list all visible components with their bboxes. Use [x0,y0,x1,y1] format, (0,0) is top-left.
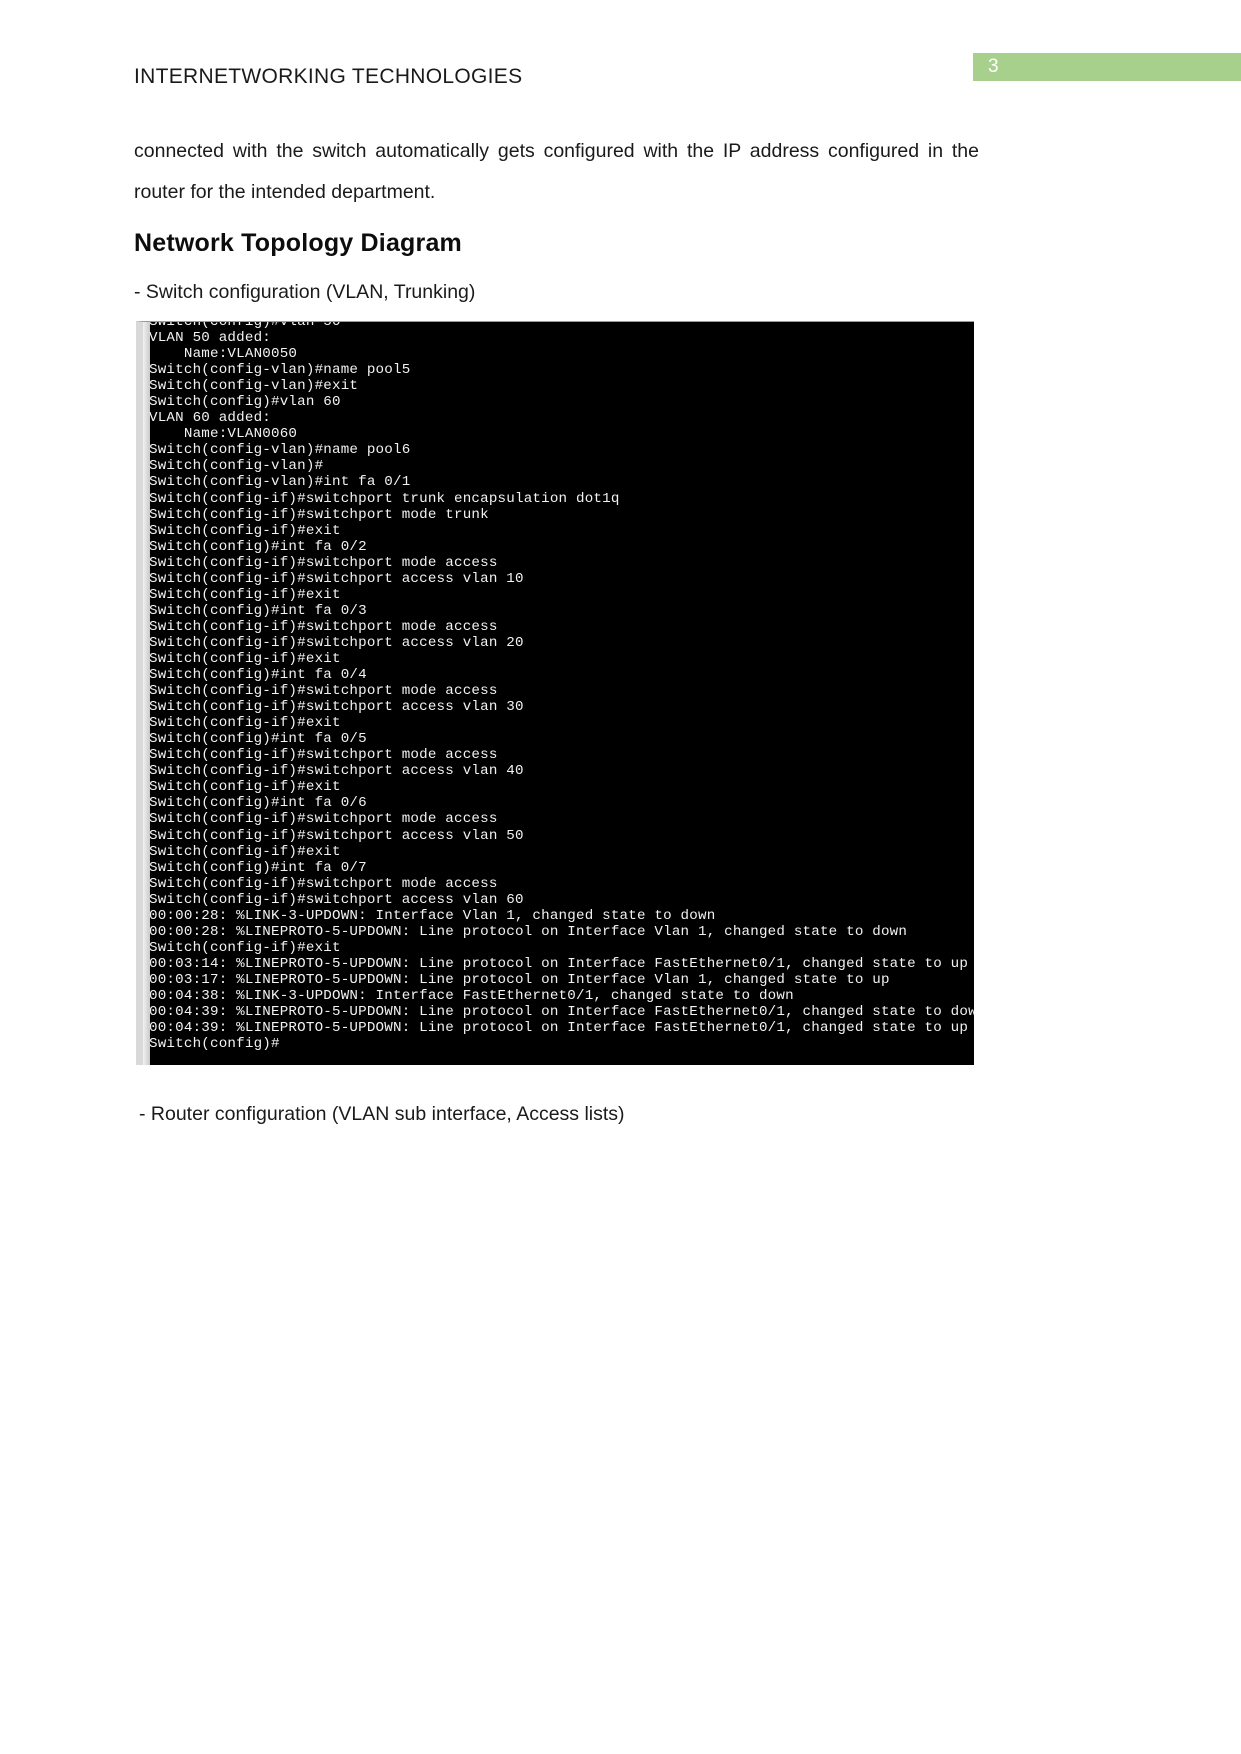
terminal-output: Switch(config)#vlan 50 VLAN 50 added: Nam… [143,321,974,1053]
terminal-line: Switch(config-if)#switchport access vlan… [149,891,524,908]
terminal-line: Switch(config-if)#switchport mode trunk [149,506,489,523]
document-header-title: INTERNETWORKING TECHNOLOGIES [134,65,523,88]
terminal-line: Switch(config-if)#switchport mode access [149,811,498,828]
caption-router-configuration: - Router configuration (VLAN sub interfa… [139,1103,625,1125]
terminal-line: Switch(config-if)#switchport mode access [149,747,498,764]
terminal-line: Switch(config-vlan)#name pool6 [149,442,411,459]
terminal-line: Name:VLAN0060 [149,426,298,443]
terminal-line: VLAN 50 added: [149,330,271,347]
terminal-line: Switch(config-if)#exit [149,715,341,732]
terminal-line: Switch(config)#int fa 0/6 [149,795,367,812]
terminal-line: Switch(config-if)#exit [149,779,341,796]
document-page: 3 INTERNETWORKING TECHNOLOGIES connected… [0,0,1241,1754]
body-paragraph: connected with the switch automatically … [134,140,979,203]
terminal-line: Switch(config-if)#exit [149,939,341,956]
terminal-line: Switch(config-if)#switchport mode access [149,875,498,892]
terminal-line: VLAN 60 added: [149,410,271,427]
terminal-line: 00:00:28: %LINK-3-UPDOWN: Interface Vlan… [149,907,716,924]
terminal-line: 00:04:39: %LINEPROTO-5-UPDOWN: Line prot… [149,1020,969,1037]
terminal-line: 00:04:39: %LINEPROTO-5-UPDOWN: Line prot… [149,1004,974,1021]
terminal-line: Switch(config-vlan)#int fa 0/1 [149,474,411,491]
terminal-line: 00:03:17: %LINEPROTO-5-UPDOWN: Line prot… [149,971,890,988]
terminal-line: Switch(config-if)#switchport trunk encap… [149,490,620,507]
terminal-screenshot-figure: Switch(config)#vlan 50 VLAN 50 added: Nam… [136,321,974,1065]
terminal-line: Switch(config-if)#exit [149,522,341,539]
terminal-line: Switch(config)#int fa 0/4 [149,667,367,684]
terminal-line: Switch(config-if)#switchport access vlan… [149,763,524,780]
terminal-line: Switch(config-if)#switchport mode access [149,554,498,571]
terminal-line: Switch(config)#vlan 60 [149,394,341,411]
terminal-line: Switch(config-if)#switchport mode access [149,683,498,700]
terminal-line: Switch(config-if)#exit [149,586,341,603]
page-number-badge: 3 [973,53,1241,81]
terminal-line: Switch(config-if)#switchport access vlan… [149,827,524,844]
terminal-line: Switch(config)# [149,1036,280,1053]
terminal-line: Switch(config-if)#exit [149,843,341,860]
terminal-line: Switch(config-vlan)# [149,458,324,475]
terminal-line: Switch(config)#vlan 50 [149,321,341,330]
terminal-line: Switch(config-if)#switchport access vlan… [149,634,524,651]
page-number-label: 3 [988,56,1000,77]
terminal-line: Switch(config)#int fa 0/2 [149,538,367,555]
terminal-line: Switch(config)#int fa 0/7 [149,859,367,876]
terminal-line: Switch(config-if)#exit [149,650,341,667]
caption-switch-configuration: - Switch configuration (VLAN, Trunking) [134,281,476,303]
terminal-line: Name:VLAN0050 [149,346,298,363]
terminal-line: 00:00:28: %LINEPROTO-5-UPDOWN: Line prot… [149,923,908,940]
terminal-line: 00:03:14: %LINEPROTO-5-UPDOWN: Line prot… [149,955,969,972]
terminal-line: Switch(config-if)#switchport mode access [149,618,498,635]
terminal-line: Switch(config-vlan)#name pool5 [149,362,411,379]
terminal-line: Switch(config-if)#switchport access vlan… [149,699,524,716]
terminal-line: Switch(config)#int fa 0/5 [149,731,367,748]
terminal-line: Switch(config)#int fa 0/3 [149,602,367,619]
terminal-line: 00:04:38: %LINK-3-UPDOWN: Interface Fast… [149,987,794,1004]
section-heading: Network Topology Diagram [134,229,462,257]
terminal-line: Switch(config-vlan)#exit [149,378,359,395]
terminal-line: Switch(config-if)#switchport access vlan… [149,570,524,587]
